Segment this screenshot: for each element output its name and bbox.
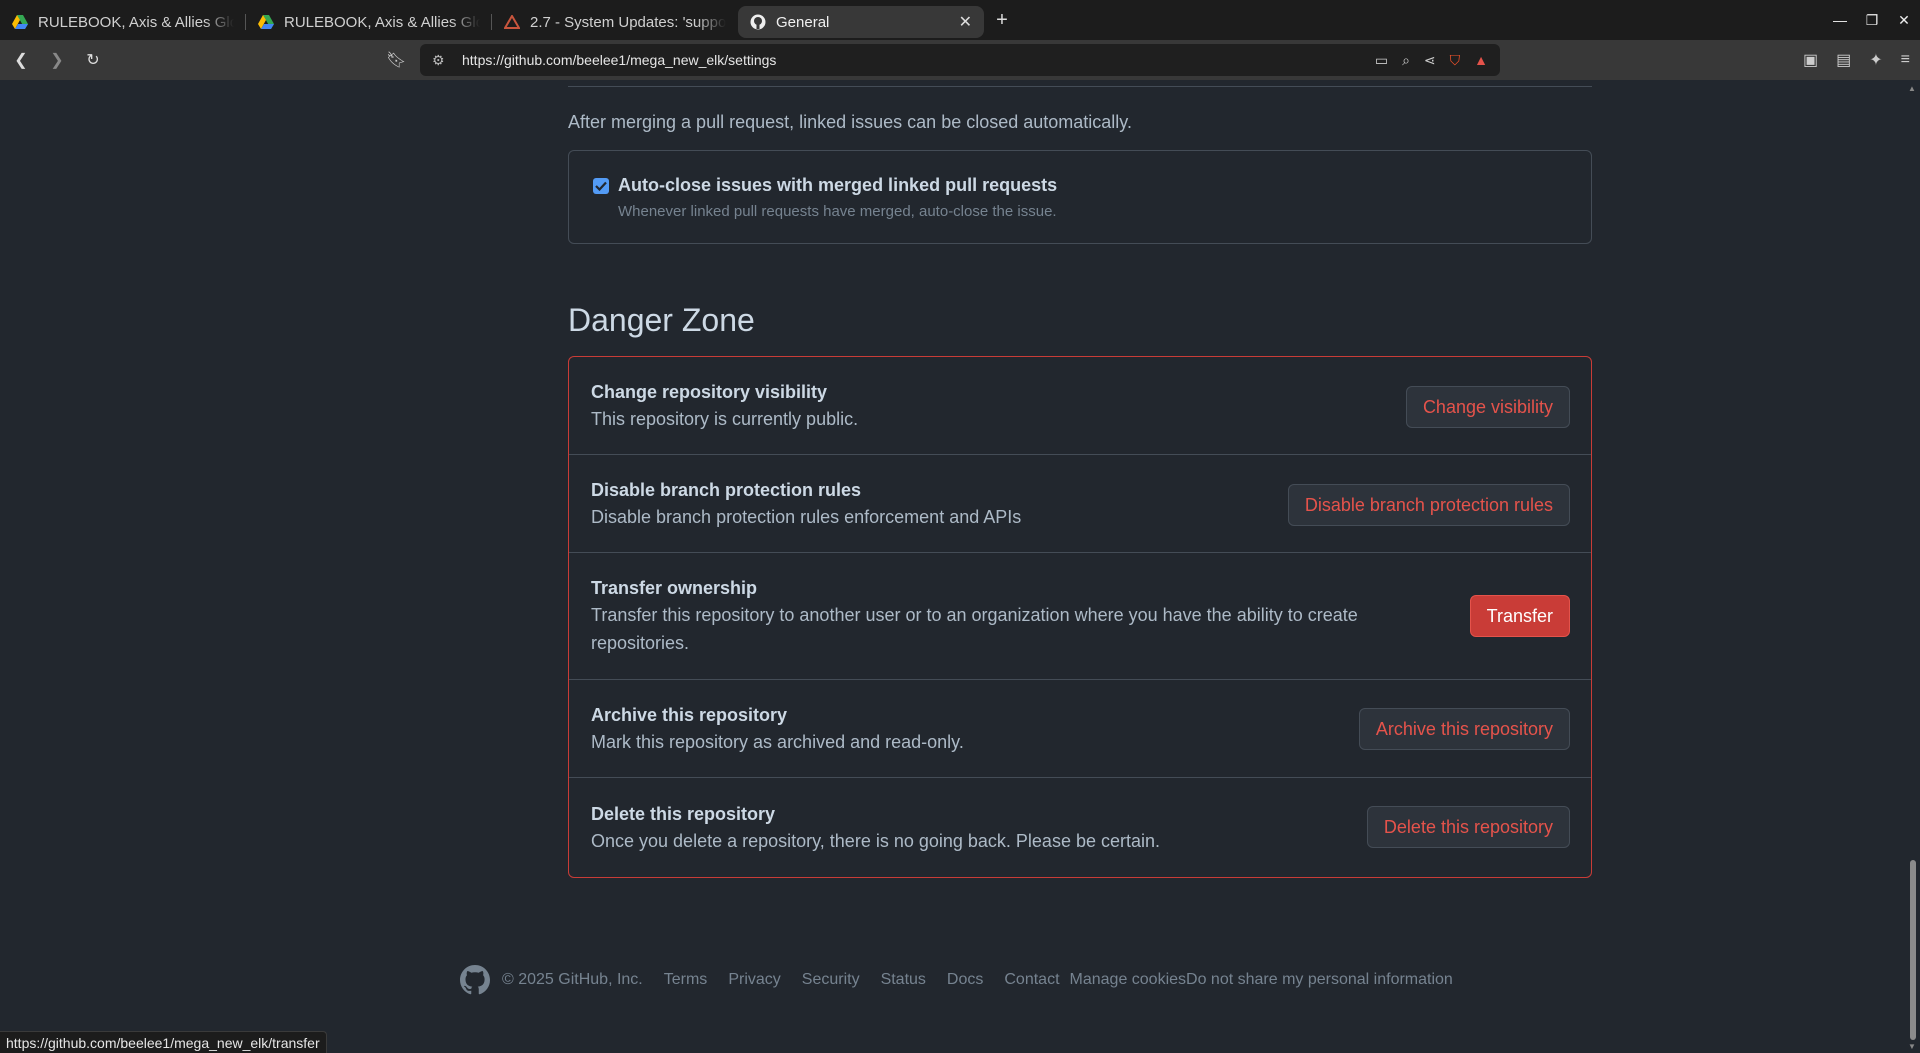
page-content: After merging a pull request, linked iss…: [0, 80, 1906, 1053]
footer-copyright: © 2025 GitHub, Inc.: [502, 971, 643, 988]
browser-tab[interactable]: RULEBOOK, Axis & Allies Glo: [246, 6, 492, 38]
footer-link-privacy[interactable]: Privacy: [728, 971, 780, 989]
reload-button[interactable]: ↻: [78, 45, 108, 75]
divider: [568, 86, 1592, 87]
footer-link-terms[interactable]: Terms: [664, 971, 708, 989]
danger-row-description: Transfer this repository to another user…: [591, 605, 1358, 653]
chevron-left-icon: ❮: [14, 52, 28, 69]
footer-link-status[interactable]: Status: [881, 971, 926, 989]
github-icon: [750, 14, 766, 30]
danger-row-heading: Change repository visibility: [591, 382, 828, 402]
toolbar-right: ▣ ▤ ✦ ≡: [1803, 40, 1910, 80]
new-tab-button[interactable]: +: [984, 2, 1020, 38]
page-scrollbar[interactable]: ▲ ▼: [1906, 80, 1920, 1053]
footer-link-manage-cookies[interactable]: Manage cookies: [1070, 971, 1187, 989]
disable-branch-protection-button[interactable]: Disable branch protection rules: [1287, 484, 1570, 526]
change-visibility-button[interactable]: Change visibility: [1405, 386, 1570, 428]
danger-row-branch-protection: Disable branch protection rules Disable …: [569, 455, 1591, 553]
address-bar-actions: ▭ ⌕ ⋖ ⛉ ▲: [1375, 44, 1488, 76]
danger-row-delete: Delete this repository Once you delete a…: [569, 778, 1591, 877]
plus-icon: +: [996, 8, 1008, 31]
transfer-button[interactable]: Transfer: [1469, 595, 1570, 637]
forward-button[interactable]: ❯: [42, 45, 72, 75]
autoclose-checkbox[interactable]: [593, 178, 609, 194]
rewards-icon[interactable]: ▲: [1474, 52, 1488, 68]
footer-link-docs[interactable]: Docs: [947, 971, 983, 989]
browser-tab[interactable]: 2.7 - System Updates: 'suppo: [492, 6, 738, 38]
archive-repository-button[interactable]: Archive this repository: [1358, 708, 1570, 750]
menu-icon[interactable]: ≡: [1901, 51, 1910, 69]
check-icon: [595, 181, 607, 191]
url-text: https://github.com/beelee1/mega_new_elk/…: [462, 52, 777, 68]
tab-title: RULEBOOK, Axis & Allies Glo: [284, 13, 480, 31]
close-icon[interactable]: ✕: [959, 12, 972, 32]
danger-row-archive: Archive this repository Mark this reposi…: [569, 680, 1591, 778]
autoclose-description: After merging a pull request, linked iss…: [568, 112, 1132, 132]
danger-row-heading: Delete this repository: [591, 804, 776, 824]
danger-row-transfer: Transfer ownership Transfer this reposit…: [569, 553, 1591, 680]
github-logo-icon[interactable]: [460, 965, 490, 995]
danger-row-heading: Transfer ownership: [591, 578, 758, 598]
scrollbar-thumb[interactable]: [1910, 860, 1916, 1040]
page-footer: © 2025 GitHub, Inc. Terms Privacy Securi…: [460, 965, 1453, 995]
browser-tab[interactable]: RULEBOOK, Axis & Allies Glo: [0, 6, 246, 38]
browser-tab-bar: RULEBOOK, Axis & Allies Glo RULEBOOK, Ax…: [0, 0, 1920, 40]
site-settings-icon[interactable]: ⚙: [432, 52, 452, 69]
autoclose-label[interactable]: Auto-close issues with merged linked pul…: [618, 175, 1057, 196]
footer-link-security[interactable]: Security: [802, 971, 860, 989]
zoom-icon[interactable]: ⌕: [1402, 52, 1410, 69]
back-button[interactable]: ❮: [6, 45, 36, 75]
autoclose-panel: Auto-close issues with merged linked pul…: [568, 150, 1592, 244]
danger-row-heading: Disable branch protection rules: [591, 480, 862, 500]
restore-icon[interactable]: ❐: [1856, 12, 1888, 29]
address-bar[interactable]: ⚙ https://github.com/beelee1/mega_new_el…: [420, 44, 1500, 76]
danger-row-description: This repository is currently public.: [591, 409, 859, 429]
danger-row-heading: Archive this repository: [591, 705, 788, 725]
scroll-up-icon[interactable]: ▲: [1908, 84, 1916, 93]
footer-link-do-not-share[interactable]: Do not share my personal information: [1186, 971, 1453, 989]
delete-repository-button[interactable]: Delete this repository: [1366, 806, 1570, 848]
wallet-icon[interactable]: ▤: [1836, 50, 1851, 70]
tab-title: RULEBOOK, Axis & Allies Glo: [38, 13, 234, 31]
brave-shield-icon[interactable]: ⛉: [1450, 52, 1461, 69]
close-window-icon[interactable]: ✕: [1888, 12, 1920, 29]
leo-ai-icon[interactable]: ✦: [1869, 50, 1882, 70]
danger-row-visibility: Change repository visibility This reposi…: [569, 357, 1591, 455]
google-drive-icon: [258, 15, 274, 29]
window-controls: — ❐ ✕: [1824, 0, 1920, 40]
browser-toolbar: ❮ ❯ ↻ 🔖︎ ⚙ https://github.com/beelee1/me…: [0, 40, 1920, 80]
google-drive-icon: [12, 15, 28, 29]
autoclose-note: Whenever linked pull requests have merge…: [618, 203, 1057, 220]
link-status-bar: https://github.com/beelee1/mega_new_elk/…: [0, 1031, 327, 1053]
danger-zone-panel: Change repository visibility This reposi…: [568, 356, 1592, 878]
bookmark-icon[interactable]: 🔖︎: [386, 50, 406, 70]
minimize-icon[interactable]: —: [1824, 12, 1856, 28]
danger-row-description: Disable branch protection rules enforcem…: [591, 507, 1022, 527]
cast-icon[interactable]: ▭: [1375, 52, 1388, 69]
tab-title: General: [776, 13, 830, 31]
chevron-right-icon: ❯: [50, 52, 64, 69]
danger-row-description: Mark this repository as archived and rea…: [591, 732, 964, 752]
share-icon[interactable]: ⋖: [1424, 52, 1436, 69]
app-icon: [504, 15, 520, 29]
footer-link-contact[interactable]: Contact: [1004, 971, 1059, 989]
danger-zone-title: Danger Zone: [568, 302, 755, 338]
browser-tab-active[interactable]: General ✕: [738, 6, 984, 38]
scroll-down-icon[interactable]: ▼: [1908, 1042, 1916, 1051]
sidebar-icon[interactable]: ▣: [1803, 50, 1818, 70]
tab-title: 2.7 - System Updates: 'suppo: [530, 13, 726, 31]
danger-row-description: Once you delete a repository, there is n…: [591, 831, 1161, 851]
reload-icon: ↻: [86, 52, 100, 69]
